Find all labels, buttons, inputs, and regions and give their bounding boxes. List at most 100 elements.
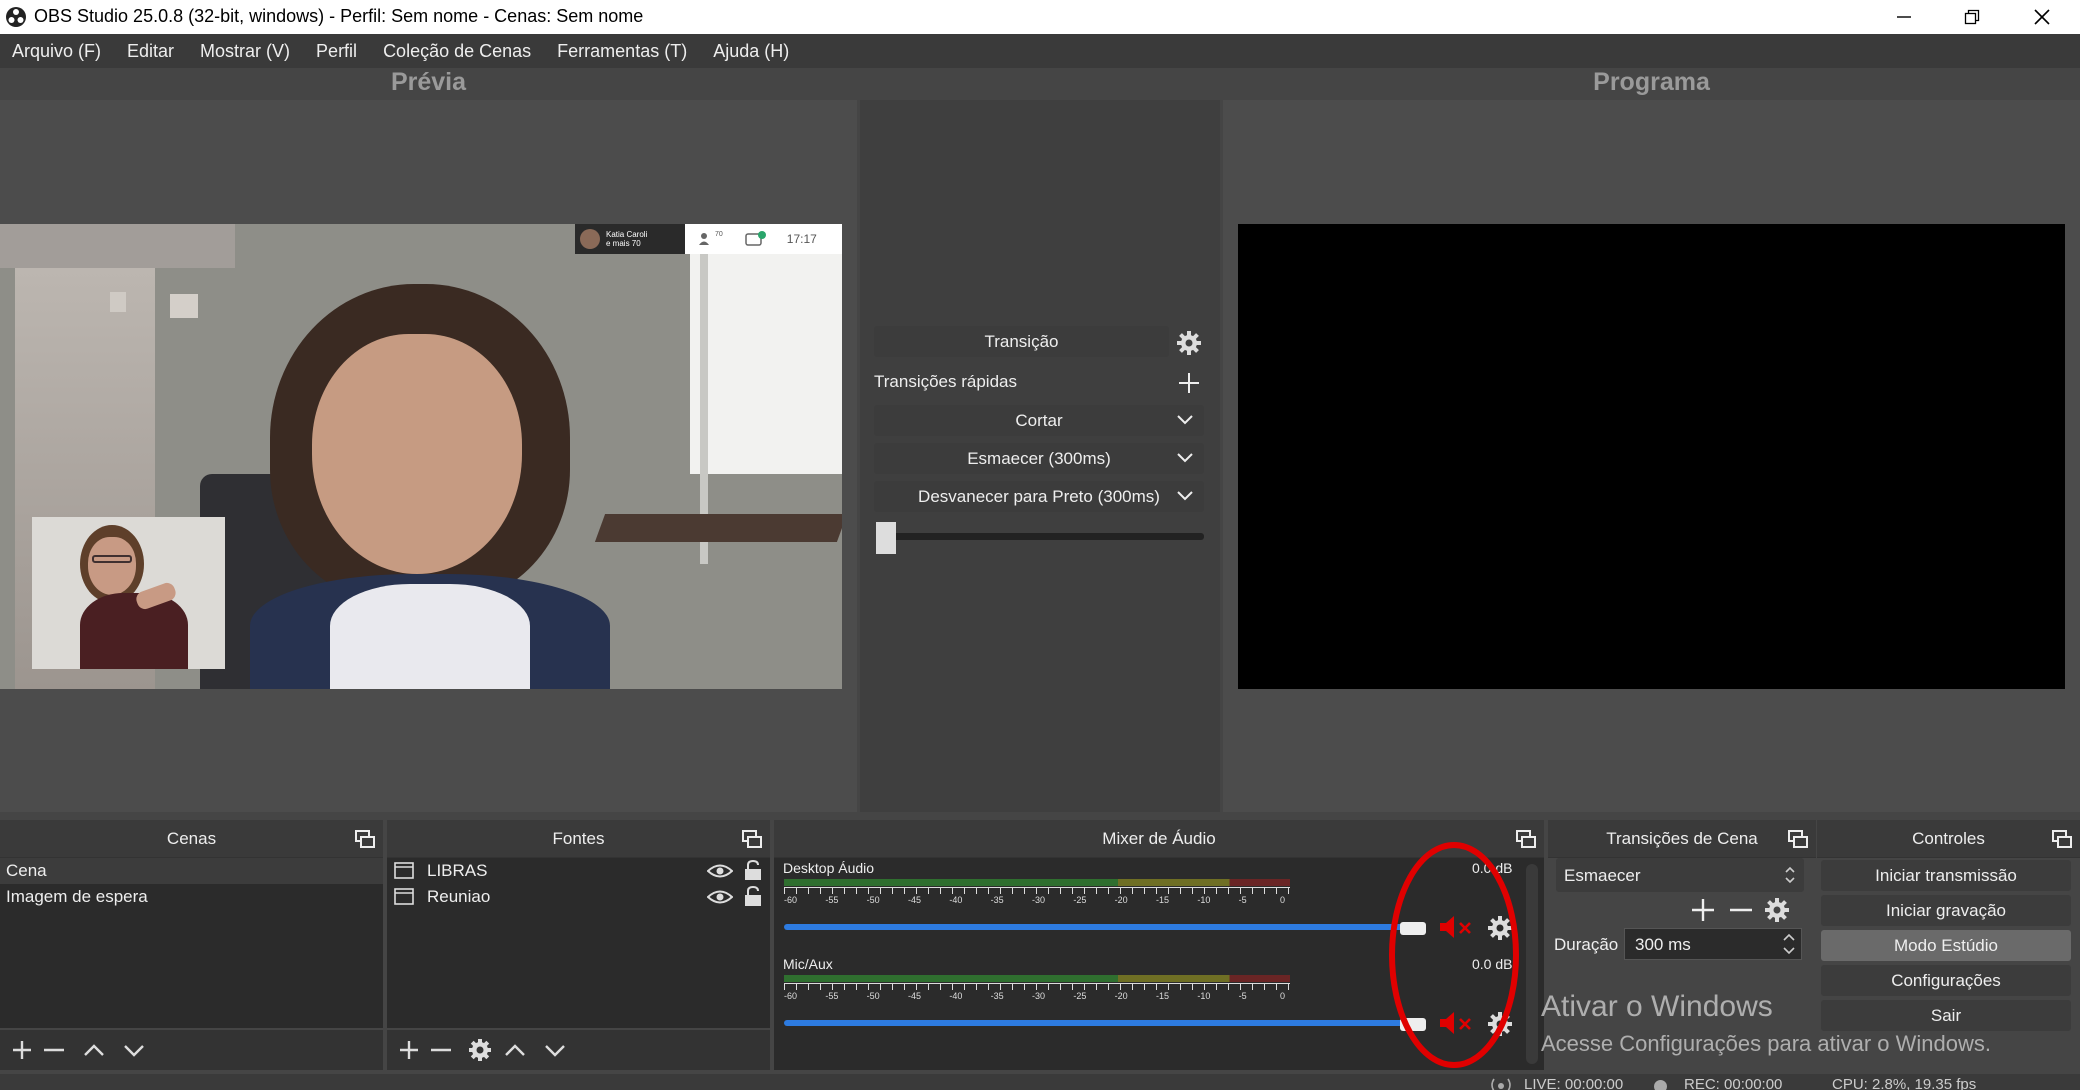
meter-scale-label: -35 (990, 991, 1004, 1001)
lock-icon[interactable] (744, 860, 762, 881)
menu-ferramentas[interactable]: Ferramentas (T) (557, 41, 687, 62)
exit-button[interactable]: Sair (1821, 1000, 2071, 1031)
activation-watermark-title: Ativar o Windows (1541, 990, 1773, 1023)
source-name: LIBRAS (427, 861, 488, 880)
libras-interpreter-video (32, 517, 225, 669)
meeting-time: 17:17 (786, 232, 817, 246)
updown-chevron-icon (1785, 866, 1795, 884)
spin-arrows-icon[interactable] (1781, 931, 1797, 957)
preview-video: Katia Caroli e mais 70 70 17:17 (0, 224, 842, 689)
program-area (1223, 100, 2080, 812)
move-source-up-icon[interactable] (497, 1037, 537, 1063)
quick-transition-cortar[interactable]: Cortar (874, 405, 1204, 436)
source-properties-gear-icon[interactable] (463, 1037, 497, 1063)
quick-transition-desvanecer-preto[interactable]: Desvanecer para Preto (300ms) (874, 481, 1204, 512)
start-recording-button[interactable]: Iniciar gravação (1821, 895, 2071, 926)
scene-transitions-dock-title: Transições de Cena (1606, 829, 1758, 848)
mixer-channel-name: Mic/Aux (783, 956, 833, 972)
add-quick-transition-icon[interactable] (1178, 372, 1200, 394)
scene-item[interactable]: Cena (0, 858, 383, 884)
preview-area[interactable]: Katia Caroli e mais 70 70 17:17 (0, 100, 857, 812)
program-title: Programa (1593, 68, 1710, 96)
meter-scale-label: -30 (1032, 991, 1046, 1001)
chat-icon (745, 231, 766, 246)
menu-editar[interactable]: Editar (127, 41, 174, 62)
add-source-icon[interactable] (395, 1037, 423, 1063)
window-source-icon (394, 862, 414, 879)
remove-source-icon[interactable] (423, 1037, 463, 1063)
meter-scale: -60 -55 -50 -45 -40 -35 -30 -25 -20 -15 -10 -5 0 (784, 895, 1290, 907)
visibility-eye-icon[interactable] (707, 863, 733, 879)
meter-scale-label: -20 (1114, 991, 1128, 1001)
scenes-dock-header: Cenas (0, 820, 383, 858)
add-transition-icon[interactable] (1690, 897, 1716, 923)
live-timer: LIVE: 00:00:00 (1524, 1076, 1624, 1090)
t-bar-handle[interactable] (876, 522, 896, 554)
meter-scale-label: -60 (784, 895, 798, 905)
meeting-participant-badge: Katia Caroli e mais 70 (575, 224, 688, 254)
transition-settings-gear-icon[interactable] (1176, 330, 1202, 356)
settings-button[interactable]: Configurações (1821, 965, 2071, 996)
scene-transitions-dock-header: Transições de Cena (1548, 820, 1816, 858)
restore-icon (1964, 9, 1980, 25)
window-source-icon (394, 888, 414, 905)
cpu-fps: CPU: 2.8%, 19.35 fps (1832, 1076, 1977, 1090)
audio-mixer: Desktop Áudio 0.0 dB -60 -55 -50 -45 -40 -35-… (774, 842, 1544, 1070)
menu-perfil[interactable]: Perfil (316, 41, 357, 62)
menu-bar: Arquivo (F) Editar Mostrar (V) Perfil Co… (0, 34, 2080, 68)
undock-icon[interactable] (2052, 830, 2072, 848)
sources-dock-title: Fontes (552, 829, 605, 848)
people-icon (699, 233, 709, 245)
obs-logo-icon (6, 7, 26, 27)
undock-icon[interactable] (355, 830, 375, 848)
restore-button[interactable] (1938, 0, 2006, 34)
transition-type-select[interactable]: Esmaecer (1556, 858, 1804, 892)
chevron-down-icon (1177, 491, 1193, 501)
chevron-down-icon (1177, 415, 1193, 425)
transition-t-bar[interactable] (876, 533, 1204, 540)
meter-scale-label: -20 (1114, 895, 1128, 905)
move-source-down-icon[interactable] (537, 1037, 577, 1063)
participant-count: e mais 70 (606, 239, 641, 248)
duration-spinbox[interactable]: 300 ms (1624, 928, 1802, 960)
undock-icon[interactable] (742, 830, 762, 848)
studio-mode-button[interactable]: Modo Estúdio (1821, 930, 2071, 961)
move-scene-up-icon[interactable] (76, 1037, 116, 1063)
volume-slider[interactable] (784, 1020, 1404, 1028)
mixer-channel-name: Desktop Áudio (783, 860, 875, 876)
quick-transition-esmaecer[interactable]: Esmaecer (300ms) (874, 443, 1204, 474)
chevron-down-icon (1177, 453, 1193, 463)
menu-arquivo[interactable]: Arquivo (F) (12, 41, 101, 62)
program-video (1238, 224, 2065, 689)
volume-slider[interactable] (784, 924, 1404, 932)
transition-properties-gear-icon[interactable] (1764, 897, 1790, 923)
meter-scale-label: -15 (1156, 991, 1170, 1001)
meeting-toolbar: 70 17:17 (685, 224, 842, 254)
menu-colecao-cenas[interactable]: Coleção de Cenas (383, 41, 531, 62)
meter-scale-label: -55 (825, 991, 839, 1001)
undock-icon[interactable] (1788, 830, 1808, 848)
meter-scale-label: 0 (1280, 991, 1286, 1001)
move-scene-down-icon[interactable] (116, 1037, 156, 1063)
broadcast-icon (1491, 1078, 1511, 1090)
minimize-button[interactable] (1870, 0, 1938, 34)
source-item-reuniao[interactable]: Reuniao (387, 884, 770, 910)
menu-mostrar[interactable]: Mostrar (V) (200, 41, 290, 62)
remove-scene-icon[interactable] (36, 1037, 76, 1063)
controls-dock-title: Controles (1912, 829, 1985, 848)
source-item-libras[interactable]: LIBRAS (387, 858, 770, 884)
visibility-eye-icon[interactable] (707, 889, 733, 905)
scene-item[interactable]: Imagem de espera (0, 884, 383, 910)
preview-title: Prévia (390, 68, 467, 96)
start-streaming-button[interactable]: Iniciar transmissão (1821, 860, 2071, 891)
window-title: OBS Studio 25.0.8 (32-bit, windows) - Pe… (34, 6, 644, 26)
quick-transition-label: Desvanecer para Preto (300ms) (918, 486, 1160, 506)
add-scene-icon[interactable] (8, 1037, 36, 1063)
meter-scale-label: -45 (908, 895, 922, 905)
close-button[interactable] (2008, 0, 2076, 34)
mixer-scrollbar[interactable] (1526, 864, 1538, 1064)
menu-ajuda[interactable]: Ajuda (H) (713, 41, 789, 62)
lock-icon[interactable] (744, 886, 762, 907)
transition-button[interactable]: Transição (874, 326, 1169, 357)
remove-transition-icon[interactable] (1728, 897, 1754, 923)
